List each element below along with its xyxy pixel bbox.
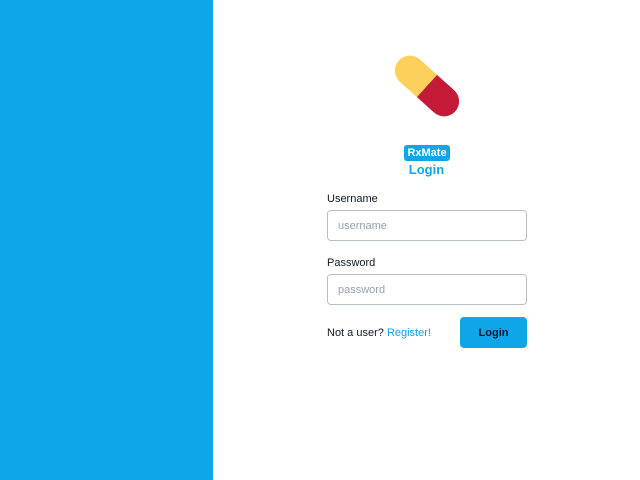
register-prompt-line: Not a user? Register!: [327, 326, 431, 340]
pill-capsule-icon: [394, 55, 460, 117]
brand-name-badge: RxMate: [404, 145, 450, 161]
left-accent-panel: [0, 0, 213, 480]
login-button[interactable]: Login: [460, 317, 527, 348]
page-title: Login: [408, 162, 445, 177]
register-link[interactable]: Register!: [387, 327, 431, 339]
username-label: Username: [327, 193, 378, 205]
login-page: RxMate Login Username Password Not a use…: [0, 0, 640, 480]
password-input[interactable]: [327, 274, 527, 305]
username-input[interactable]: [327, 210, 527, 241]
register-prompt-text: Not a user?: [327, 327, 384, 339]
password-label: Password: [327, 257, 376, 269]
